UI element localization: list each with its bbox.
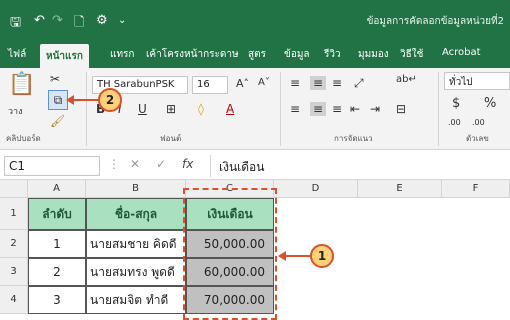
font-color-icon[interactable]: A — [226, 102, 234, 116]
table-cell[interactable]: 3 — [28, 286, 86, 314]
undo-icon[interactable]: ↶ — [34, 13, 45, 28]
number-format-select[interactable]: ทั่วไป — [444, 72, 510, 90]
row-header[interactable]: 3 — [0, 258, 28, 286]
ribbon-tabs: ไฟล์ หน้าแรก แทรก เค้าโครงหน้ากระดาษ สูต… — [0, 42, 510, 68]
table-header-cell[interactable]: ลำดับ — [28, 198, 86, 230]
callout-arrowhead — [66, 95, 74, 105]
column-header[interactable]: D — [274, 180, 358, 198]
divider — [280, 72, 281, 146]
enter-icon[interactable]: ✓ — [156, 157, 166, 171]
font-size-select[interactable]: 16 — [192, 76, 228, 94]
print-preview-icon[interactable]: 🗋 — [74, 13, 84, 35]
more-icon: ⋮ — [108, 157, 120, 171]
cut-icon[interactable]: ✂ — [50, 72, 60, 86]
copy-icon[interactable]: ⧉ — [48, 90, 68, 110]
divider — [86, 72, 87, 146]
row-header[interactable]: 1 — [0, 198, 28, 230]
increase-indent-icon[interactable]: ⇥ — [370, 102, 380, 116]
table-header-cell[interactable]: ชื่อ-สกุล — [86, 198, 186, 230]
spreadsheet-grid: A B C D E F 1 2 3 4 ลำดับ ชื่อ-สกุล เงิน… — [0, 180, 510, 320]
callout-2: 2 — [98, 88, 122, 112]
fill-color-icon[interactable]: ◊ — [198, 102, 204, 116]
currency-button[interactable]: $ — [452, 96, 460, 111]
percent-button[interactable]: % — [484, 96, 496, 111]
increase-font-icon[interactable]: A˄ — [236, 77, 249, 90]
customize-qa-icon[interactable]: ⌄ — [118, 15, 126, 26]
insert-function-icon[interactable]: fx — [182, 157, 193, 171]
tab-review[interactable]: รีวิว — [324, 47, 341, 62]
paste-icon[interactable]: 📋 — [8, 72, 35, 97]
table-cell[interactable]: 2 — [28, 258, 86, 286]
window-title: ข้อมูลการคัดลอกข้อมูลหน่วยที่2 — [366, 16, 504, 27]
row-header[interactable]: 2 — [0, 230, 28, 258]
borders-icon[interactable]: ⊞ — [166, 102, 176, 116]
number-group-label: ตัวเลข — [466, 134, 489, 143]
column-header[interactable]: A — [28, 180, 86, 198]
tab-home[interactable]: หน้าแรก — [40, 44, 89, 68]
spell-check-icon[interactable]: ⚙ — [96, 13, 108, 28]
ribbon: 📋 วาง ✂ ⧉ 🖌 คลิปบอร์ด TH SarabunPSK 16 A… — [0, 68, 510, 150]
tab-file[interactable]: ไฟล์ — [8, 47, 26, 62]
tab-formulas[interactable]: สูตร — [248, 47, 266, 62]
orientation-icon[interactable]: ⤢ — [354, 76, 364, 91]
table-cell[interactable]: นายสมชาย คิดดี — [86, 230, 186, 258]
divider — [438, 72, 439, 146]
wrap-text-icon[interactable]: ab↵ — [396, 74, 417, 85]
increase-decimal-button[interactable]: .00 — [448, 118, 461, 127]
tab-page-layout[interactable]: เค้าโครงหน้ากระดาษ — [146, 47, 239, 62]
font-group-label: ฟอนต์ — [160, 134, 182, 143]
column-header[interactable]: B — [86, 180, 186, 198]
tab-help[interactable]: วิธีใช้ — [400, 47, 423, 62]
paste-label[interactable]: วาง — [8, 104, 23, 118]
align-middle-icon[interactable]: ≡ — [310, 76, 326, 90]
cancel-icon[interactable]: ✕ — [130, 157, 140, 171]
row-header[interactable]: 4 — [0, 286, 28, 314]
alignment-group-label: การจัดแนว — [334, 134, 373, 143]
table-cell[interactable]: 1 — [28, 230, 86, 258]
align-right-icon[interactable]: ≡ — [332, 102, 342, 116]
underline-button[interactable]: U — [138, 102, 147, 116]
align-bottom-icon[interactable]: ≡ — [332, 76, 342, 90]
select-all-corner[interactable] — [0, 180, 28, 198]
decrease-indent-icon[interactable]: ⇤ — [350, 102, 360, 116]
title-bar: 🖫 ↶ ↷ 🗋 ⚙ ⌄ ข้อมูลการคัดลอกข้อมูลหน่วยที… — [0, 0, 510, 42]
name-box[interactable]: C1 — [4, 156, 100, 176]
formula-input[interactable]: เงินเดือน — [210, 155, 510, 177]
formula-bar: C1 ⋮ ✕ ✓ fx เงินเดือน — [0, 150, 510, 180]
save-icon[interactable]: 🖫 — [10, 13, 21, 35]
callout-arrow — [284, 255, 310, 257]
column-header[interactable]: E — [358, 180, 442, 198]
clipboard-group-label: คลิปบอร์ด — [6, 134, 41, 143]
align-top-icon[interactable]: ≡ — [290, 76, 300, 90]
tab-insert[interactable]: แทรก — [110, 47, 134, 62]
tab-acrobat[interactable]: Acrobat — [442, 47, 481, 58]
redo-icon[interactable]: ↷ — [52, 13, 63, 28]
tab-view[interactable]: มุมมอง — [358, 47, 389, 62]
column-header[interactable]: F — [442, 180, 510, 198]
align-left-icon[interactable]: ≡ — [290, 102, 300, 116]
decrease-decimal-button[interactable]: .00 — [472, 118, 485, 127]
copy-selection-marquee — [183, 188, 277, 320]
callout-1: 1 — [310, 244, 334, 268]
format-painter-icon[interactable]: 🖌 — [50, 114, 65, 128]
decrease-font-icon[interactable]: A˅ — [258, 77, 270, 88]
tab-data[interactable]: ข้อมูล — [284, 47, 310, 62]
merge-center-icon[interactable]: ⊟ — [396, 102, 406, 116]
align-center-icon[interactable]: ≡ — [310, 102, 326, 116]
table-cell[interactable]: นายสมจิต ทำดี — [86, 286, 186, 314]
table-cell[interactable]: นายสมทรง พูดดี — [86, 258, 186, 286]
